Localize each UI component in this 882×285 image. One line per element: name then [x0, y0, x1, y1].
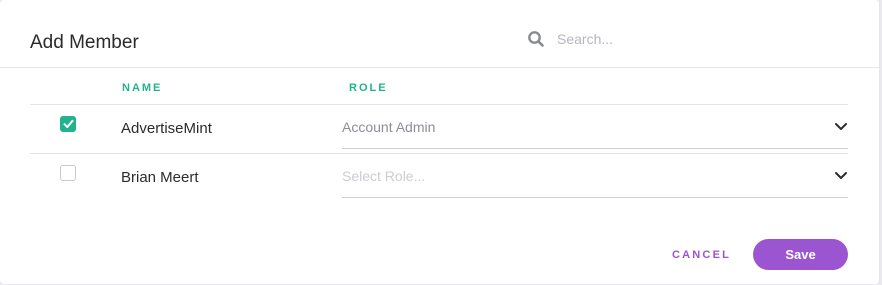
- save-button[interactable]: Save: [753, 239, 848, 270]
- chevron-down-icon: [835, 123, 847, 130]
- member-name: AdvertiseMint: [121, 120, 212, 137]
- modal-header: Add Member: [0, 0, 880, 68]
- chevron-down-icon: [835, 172, 847, 179]
- checkmark-icon: [63, 119, 74, 128]
- column-header-name: NAME: [122, 82, 163, 94]
- search-icon: [528, 31, 544, 47]
- search-input[interactable]: [557, 28, 847, 50]
- modal-title: Add Member: [30, 32, 139, 53]
- search-bar[interactable]: [527, 28, 857, 50]
- table-row: AdvertiseMint Account Admin: [30, 105, 848, 154]
- member-checkbox[interactable]: [60, 165, 76, 181]
- table-row: Brian Meert Select Role...: [30, 154, 848, 203]
- role-dropdown[interactable]: Account Admin: [342, 105, 848, 149]
- role-value: Account Admin: [342, 119, 436, 135]
- member-name: Brian Meert: [121, 169, 199, 186]
- role-placeholder: Select Role...: [342, 168, 426, 184]
- cancel-button[interactable]: CANCEL: [672, 249, 731, 261]
- add-member-modal: Add Member NAME ROLE AdvertiseMint Accou…: [0, 0, 880, 284]
- role-dropdown[interactable]: Select Role...: [342, 154, 848, 198]
- member-checkbox[interactable]: [60, 116, 76, 132]
- column-header-role: ROLE: [349, 82, 388, 94]
